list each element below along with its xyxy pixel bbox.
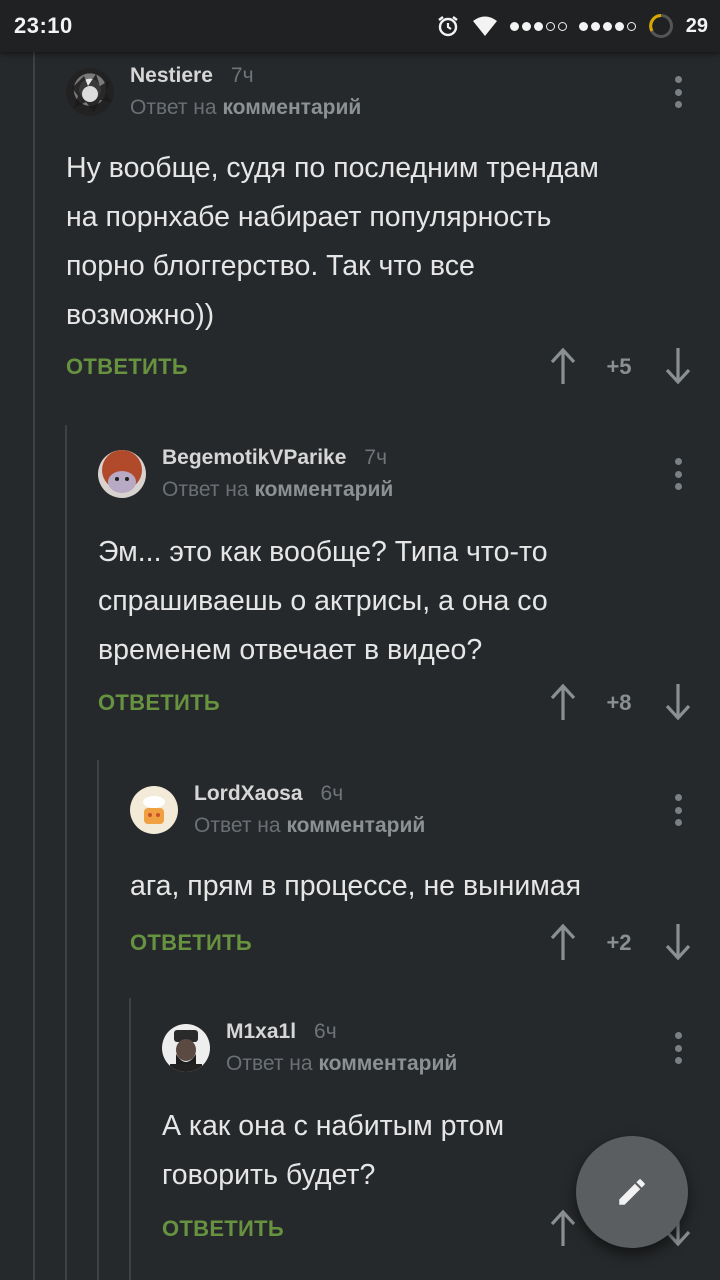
reply-target-link[interactable]: комментарий xyxy=(254,478,393,501)
comment-text: ага, прям в процессе, не вынимая xyxy=(130,870,582,902)
status-time: 23:10 xyxy=(14,13,73,38)
avatar[interactable] xyxy=(98,450,146,498)
reply-to: Ответ на комментарий xyxy=(226,1052,458,1075)
comment-actions: ОТВЕТИТЬ +8 xyxy=(98,682,720,732)
status-bar: 23:10 29 xyxy=(0,0,720,52)
reply-button[interactable]: ОТВЕТИТЬ xyxy=(66,354,188,380)
comment-header: M1xa1l 6ч Ответ на комментарий xyxy=(162,1020,720,1090)
upvote-arrow-icon[interactable] xyxy=(548,922,578,962)
reply-button[interactable]: ОТВЕТИТЬ xyxy=(130,930,252,956)
thread-line xyxy=(33,52,35,1280)
comment-header: BegemotikVParike 7ч Ответ на комментарий xyxy=(98,446,720,516)
downvote-arrow-icon[interactable] xyxy=(663,922,693,962)
comment-header: LordXaosa 6ч Ответ на комментарий xyxy=(130,782,720,852)
battery-icon xyxy=(648,13,674,39)
comment: Nestiere 7ч Ответ на комментарий Ну вообщ… xyxy=(66,64,720,404)
upvote-arrow-icon[interactable] xyxy=(548,346,578,386)
comment-actions: ОТВЕТИТЬ +2 xyxy=(130,922,720,972)
more-options-icon[interactable] xyxy=(674,1032,682,1064)
author-name[interactable]: Nestiere 7ч xyxy=(130,64,254,88)
wifi-icon xyxy=(472,15,498,37)
thread-line xyxy=(129,998,131,1280)
comment: LordXaosa 6ч Ответ на комментарий ага, пр… xyxy=(130,782,720,982)
signal-1-icon xyxy=(509,21,567,31)
more-options-icon[interactable] xyxy=(674,458,682,490)
comment-score: +8 xyxy=(606,690,632,715)
reply-to: Ответ на комментарий xyxy=(162,478,394,501)
battery-level: 29 xyxy=(685,14,708,37)
downvote-arrow-icon[interactable] xyxy=(663,682,693,722)
thread-line xyxy=(65,425,67,1280)
comment-age: 7ч xyxy=(230,64,254,87)
upvote-arrow-icon[interactable] xyxy=(548,1208,578,1248)
comment-header: Nestiere 7ч Ответ на комментарий xyxy=(66,64,720,134)
comment-text: Ну вообще, судя по последним трендам на … xyxy=(66,152,599,331)
avatar[interactable] xyxy=(162,1024,210,1072)
reply-target-link[interactable]: комментарий xyxy=(318,1052,457,1075)
author-name[interactable]: LordXaosa 6ч xyxy=(194,782,343,806)
avatar[interactable] xyxy=(130,786,178,834)
comment-age: 7ч xyxy=(364,446,388,469)
alarm-icon xyxy=(436,14,460,38)
reply-to: Ответ на комментарий xyxy=(130,96,362,119)
more-options-icon[interactable] xyxy=(674,794,682,826)
avatar[interactable] xyxy=(66,68,114,116)
reply-button[interactable]: ОТВЕТИТЬ xyxy=(98,690,220,716)
author-name[interactable]: M1xa1l 6ч xyxy=(226,1020,337,1044)
thread-line xyxy=(97,760,99,1280)
comment-score: +2 xyxy=(606,930,632,955)
comment-text: Эм... это как вообще? Типа что-то спраши… xyxy=(98,536,548,666)
more-options-icon[interactable] xyxy=(674,76,682,108)
comment: BegemotikVParike 7ч Ответ на комментарий … xyxy=(98,446,720,746)
comment-score: +5 xyxy=(606,354,632,379)
comment-age: 6ч xyxy=(320,782,344,805)
comment-actions: ОТВЕТИТЬ +5 xyxy=(66,346,720,396)
author-name[interactable]: BegemotikVParike 7ч xyxy=(162,446,387,470)
downvote-arrow-icon[interactable] xyxy=(663,346,693,386)
comment-age: 6ч xyxy=(314,1020,337,1043)
upvote-arrow-icon[interactable] xyxy=(548,682,578,722)
reply-button[interactable]: ОТВЕТИТЬ xyxy=(162,1216,284,1242)
reply-target-link[interactable]: комментарий xyxy=(222,96,361,119)
pencil-icon xyxy=(615,1175,649,1209)
signal-2-icon xyxy=(578,21,636,31)
status-icons: 29 xyxy=(436,13,708,39)
reply-target-link[interactable]: комментарий xyxy=(286,814,425,837)
reply-to: Ответ на комментарий xyxy=(194,814,426,837)
write-comment-button[interactable] xyxy=(576,1136,688,1248)
